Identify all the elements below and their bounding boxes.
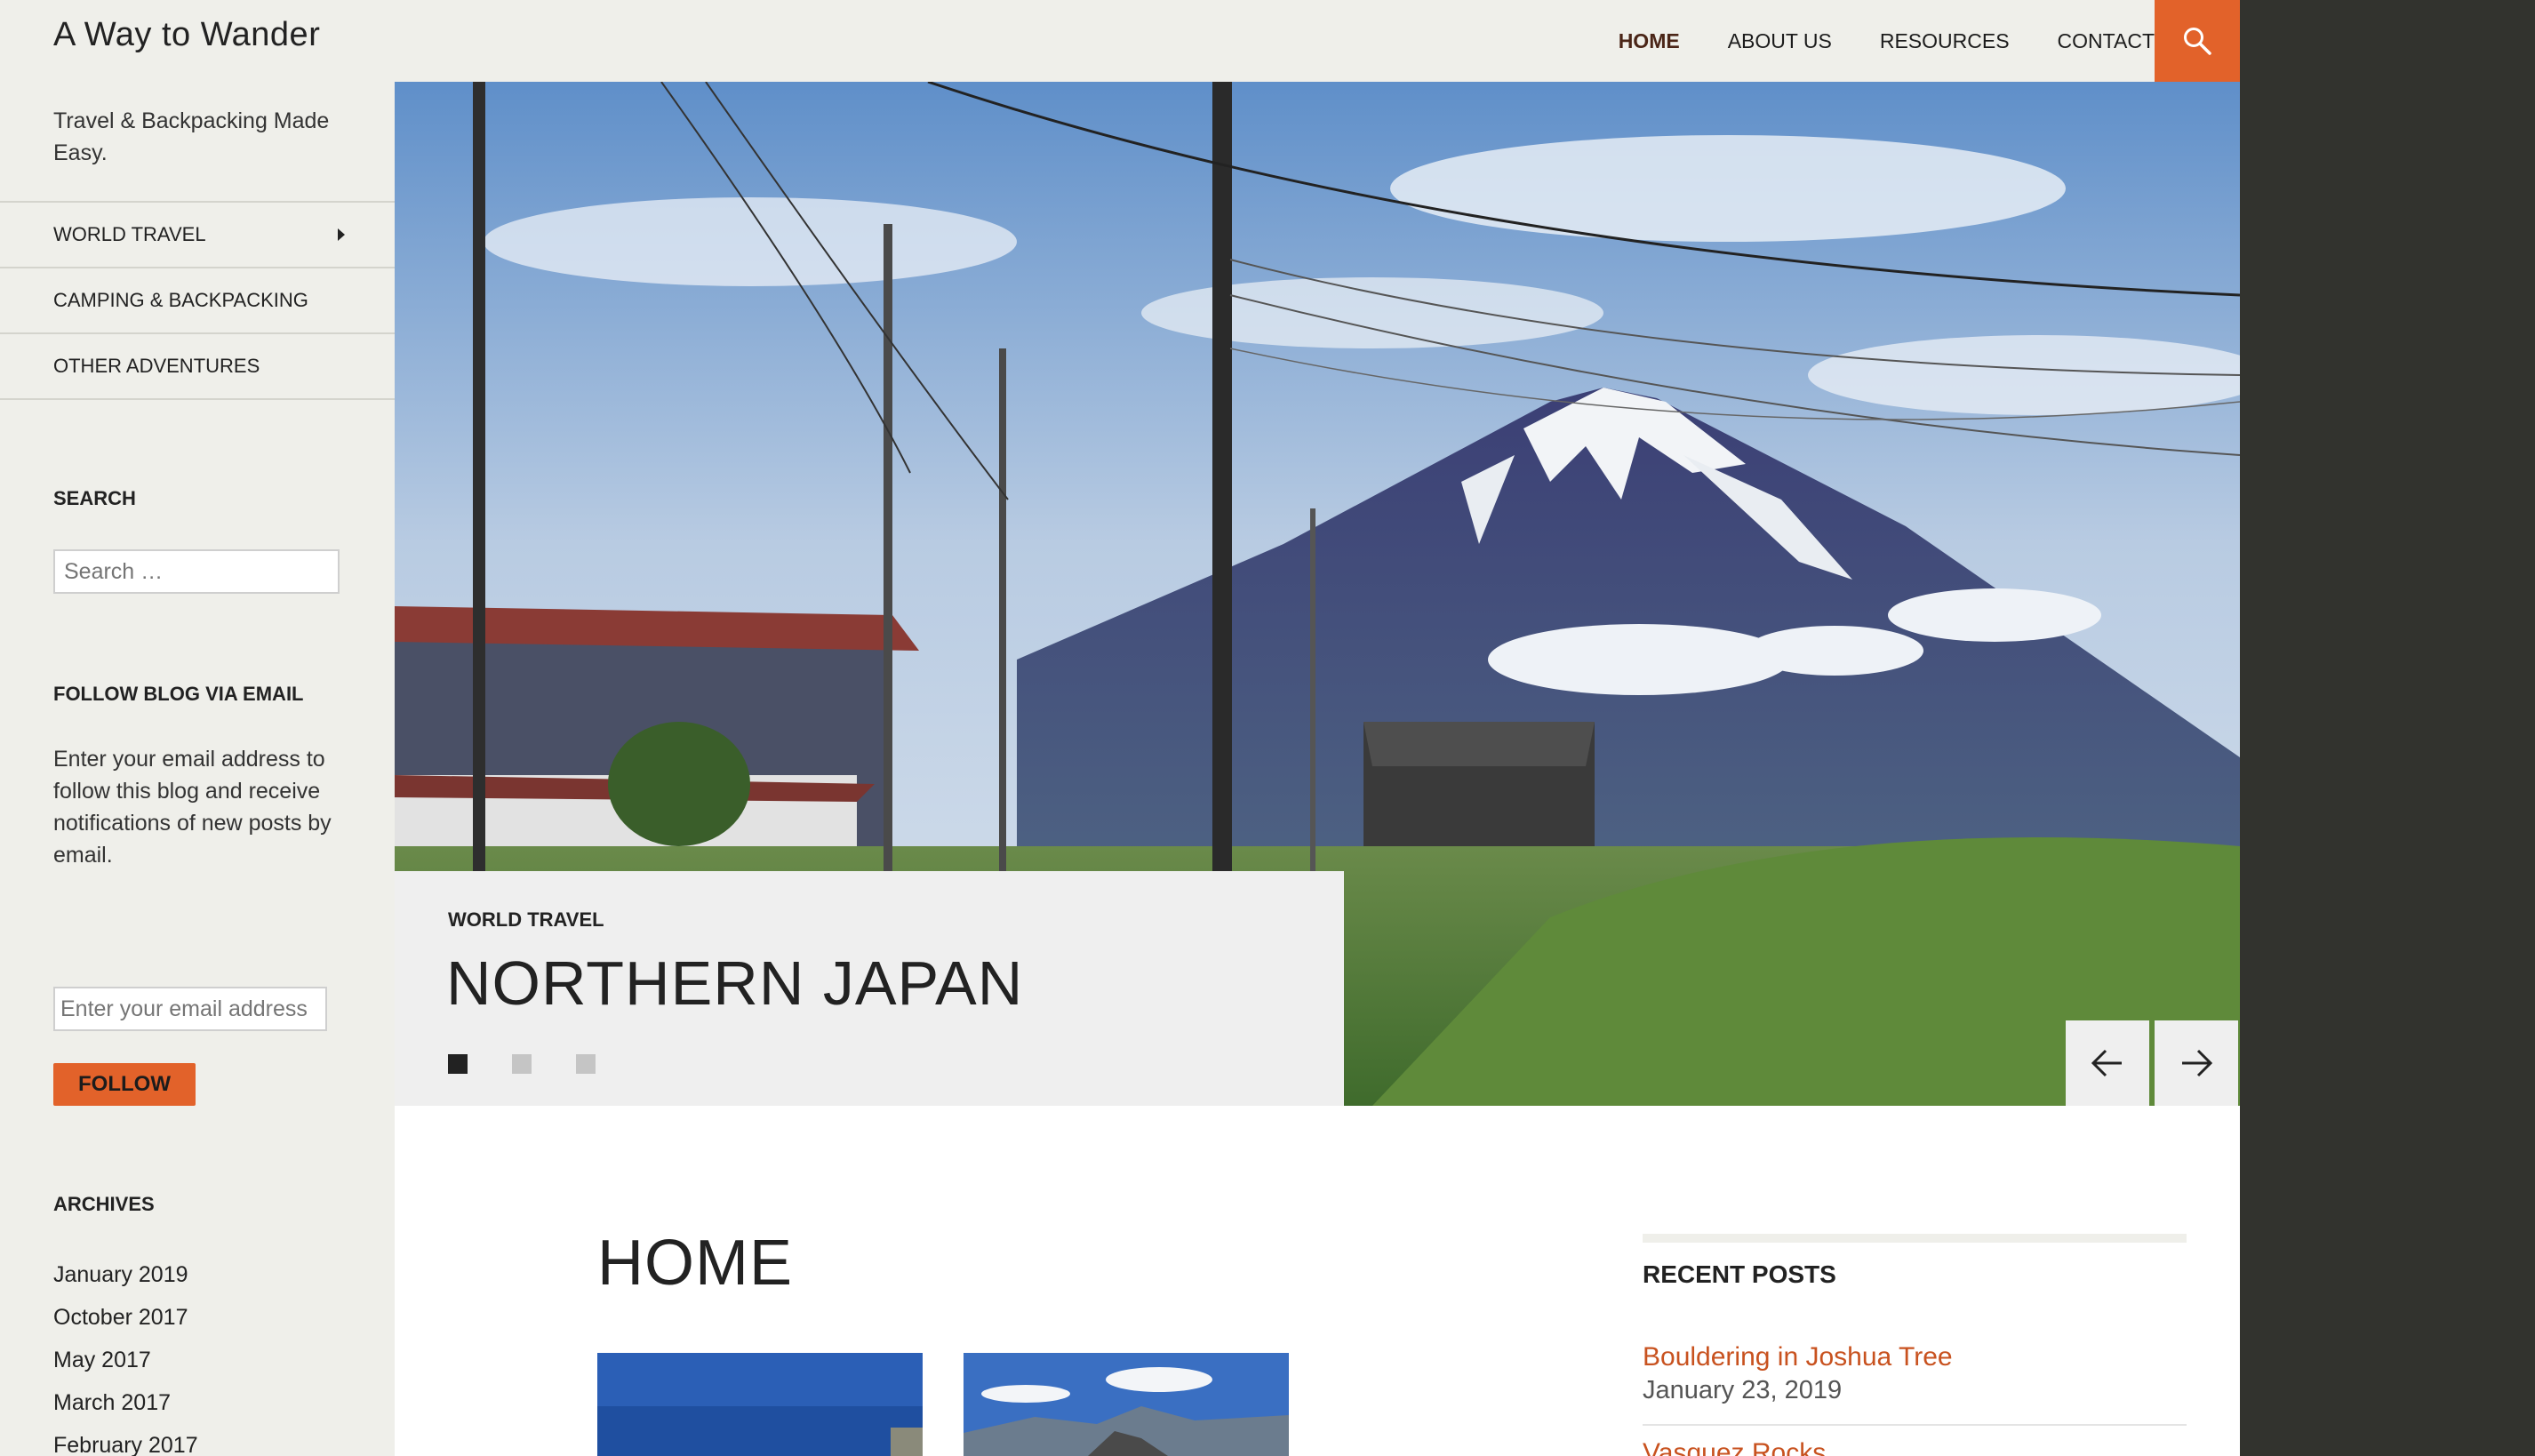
post-thumbnail-image — [597, 1353, 923, 1456]
slide-dot-3[interactable] — [576, 1054, 596, 1074]
side-menu-label: WORLD TRAVEL — [53, 223, 206, 245]
search-toggle-button[interactable] — [2155, 0, 2240, 82]
arrow-left-icon — [2091, 1049, 2122, 1077]
site-title[interactable]: A Way to Wander — [53, 16, 320, 54]
slide-title[interactable]: NORTHERN JAPAN — [446, 948, 1023, 1019]
side-menu-label: OTHER ADVENTURES — [53, 355, 260, 377]
archive-link[interactable]: October 2017 — [53, 1296, 198, 1339]
nav-item-home[interactable]: HOME — [1619, 29, 1680, 53]
side-menu-label: CAMPING & BACKPACKING — [53, 289, 308, 311]
recent-posts-title: RECENT POSTS — [1643, 1260, 1836, 1288]
archive-link[interactable]: March 2017 — [53, 1381, 198, 1424]
recent-posts-divider-bar — [1643, 1234, 2187, 1243]
nav-item-resources[interactable]: RESOURCES — [1880, 29, 2010, 53]
nav-item-about-us[interactable]: ABOUT US — [1728, 29, 1832, 53]
slider-pagination — [448, 1054, 640, 1074]
site-header: A Way to Wander HOME ABOUT US RESOURCES … — [0, 0, 2240, 82]
slide-dot-1[interactable] — [448, 1054, 468, 1074]
follow-description: Enter your email address to follow this … — [53, 747, 332, 868]
left-sidebar: Travel & Backpacking Made Easy. WORLD TR… — [0, 82, 395, 1456]
archive-link[interactable]: May 2017 — [53, 1339, 198, 1381]
archive-link[interactable]: January 2019 — [53, 1253, 198, 1296]
archive-link[interactable]: February 2017 — [53, 1424, 198, 1456]
side-menu-world-travel[interactable]: WORLD TRAVEL — [0, 203, 395, 268]
secondary-menu: WORLD TRAVEL CAMPING & BACKPACKING OTHER… — [0, 201, 395, 400]
search-icon — [2184, 28, 2211, 55]
site-container: A Way to Wander HOME ABOUT US RESOURCES … — [0, 0, 2240, 1456]
archives-list: January 2019 October 2017 May 2017 March… — [53, 1253, 198, 1456]
arrow-right-icon — [2182, 1049, 2213, 1077]
nav-item-contact[interactable]: CONTACT — [2058, 29, 2155, 53]
slide-caption: WORLD TRAVEL NORTHERN JAPAN — [395, 871, 1344, 1106]
recent-post-link[interactable]: Vasquez Rocks — [1643, 1438, 1826, 1456]
recent-post-link[interactable]: Bouldering in Joshua Tree — [1643, 1342, 1953, 1372]
side-menu-camping-backpacking[interactable]: CAMPING & BACKPACKING — [0, 268, 395, 334]
featured-slider: WORLD TRAVEL NORTHERN JAPAN — [395, 82, 2240, 1106]
search-input[interactable] — [53, 549, 340, 594]
side-menu-other-adventures[interactable]: OTHER ADVENTURES — [0, 334, 395, 400]
email-field[interactable] — [53, 987, 327, 1031]
post-thumbnail-image — [964, 1353, 1289, 1456]
follow-widget-title: FOLLOW BLOG VIA EMAIL — [53, 683, 304, 705]
search-widget-title: SEARCH — [53, 487, 136, 509]
slider-next-button[interactable] — [2155, 1020, 2238, 1106]
site-tagline: Travel & Backpacking Made Easy. — [53, 108, 330, 165]
primary-navigation: HOME ABOUT US RESOURCES CONTACT — [1571, 0, 2155, 82]
post-thumbnail[interactable] — [964, 1353, 1289, 1456]
page-title: HOME — [597, 1228, 793, 1299]
recent-post-divider — [1643, 1424, 2187, 1426]
slider-prev-button[interactable] — [2066, 1020, 2149, 1106]
archives-widget-title: ARCHIVES — [53, 1193, 155, 1215]
caret-right-icon — [338, 228, 345, 241]
post-thumbnail[interactable] — [597, 1353, 923, 1456]
slide-dot-2[interactable] — [512, 1054, 532, 1074]
follow-button[interactable]: FOLLOW — [53, 1063, 196, 1106]
slide-category[interactable]: WORLD TRAVEL — [448, 908, 604, 932]
recent-post-date: January 23, 2019 — [1643, 1376, 1843, 1404]
